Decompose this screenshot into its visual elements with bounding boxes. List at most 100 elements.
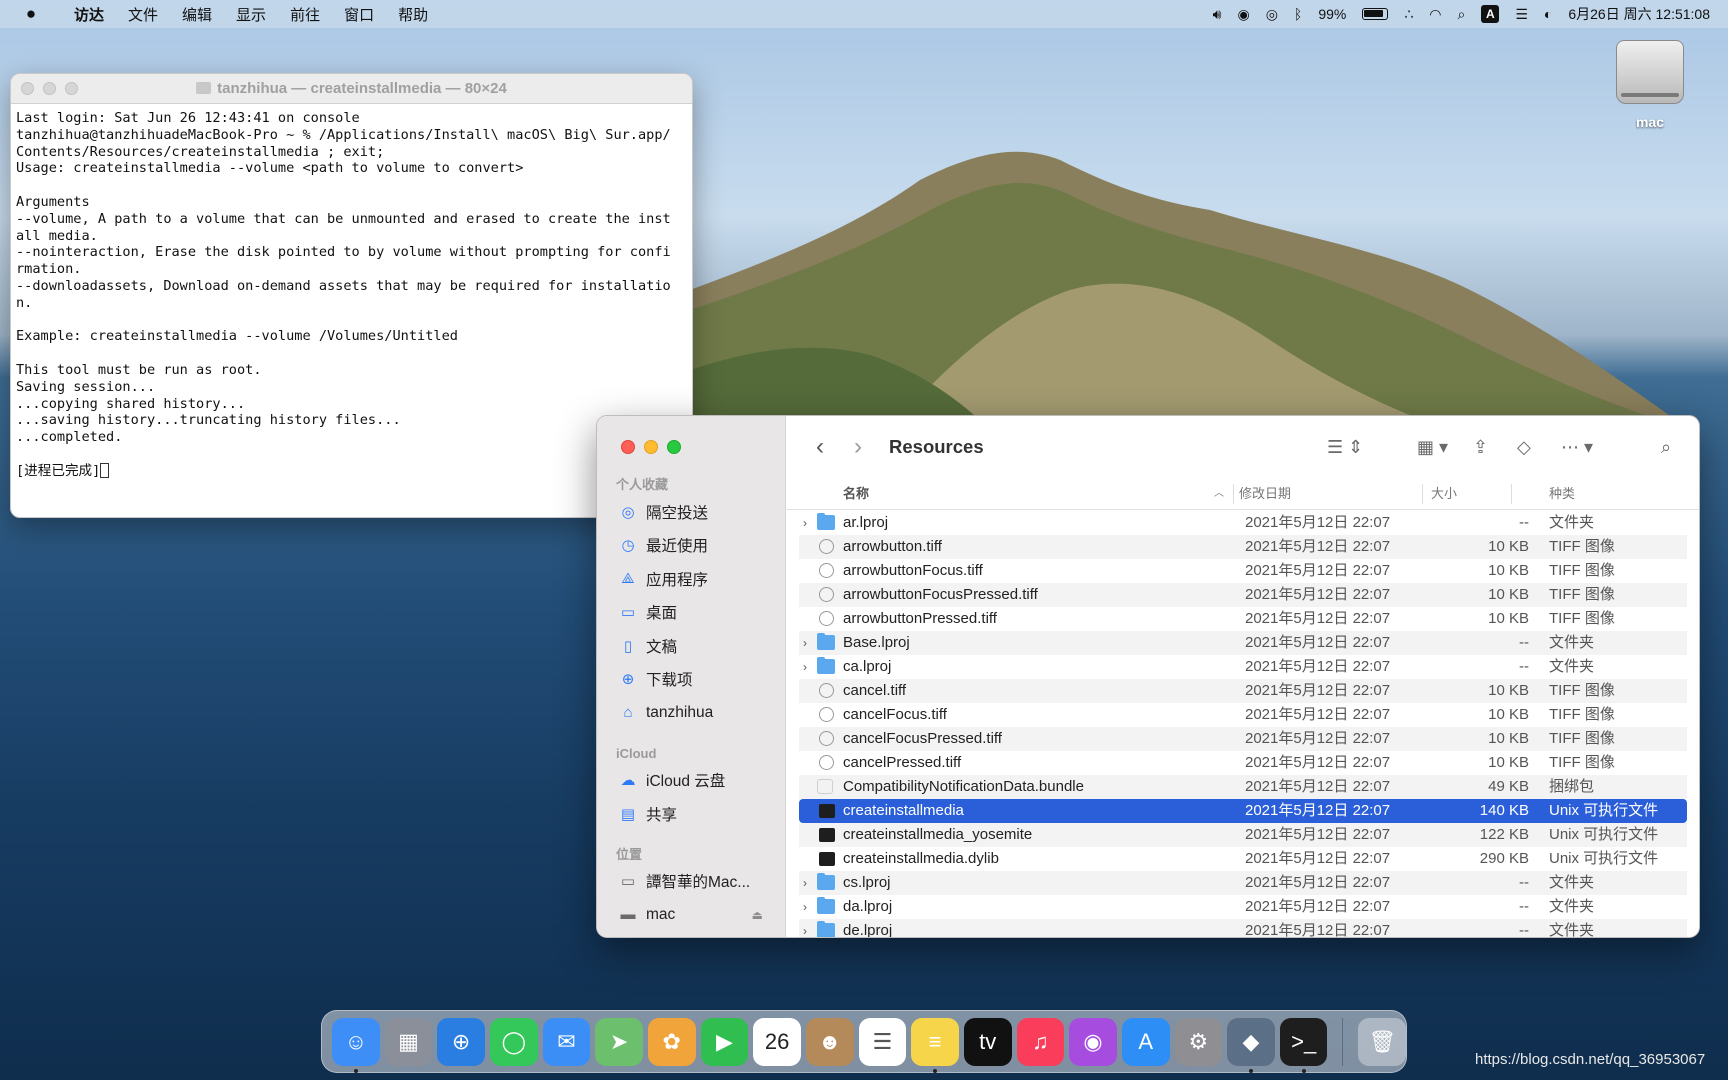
sidebar-item-downloads[interactable]: ⊕ 下载项 bbox=[597, 663, 785, 697]
file-row[interactable]: cancel.tiff 2021年5月12日 22:07 10 KB TIFF 图像 bbox=[799, 679, 1687, 703]
dock-notes-icon[interactable]: ≡ bbox=[911, 1017, 959, 1073]
group-by-icon[interactable]: ▦ ▾ bbox=[1417, 437, 1457, 458]
list-view-icon[interactable]: ☰ ⇕ bbox=[1327, 437, 1379, 458]
menu-window[interactable]: 窗口 bbox=[332, 4, 386, 25]
back-button[interactable]: ‹ bbox=[801, 433, 839, 461]
bluetooth-icon[interactable]: ᛒ bbox=[1294, 6, 1302, 22]
siri-icon[interactable]: ◐ bbox=[1544, 6, 1552, 22]
sidebar-item-mac-drive[interactable]: ▬ mac ⏏ bbox=[597, 898, 785, 932]
keyboard-brightness-icon[interactable]: ∴ bbox=[1404, 6, 1413, 23]
battery-percent[interactable]: 99% bbox=[1318, 6, 1346, 22]
battery-icon[interactable] bbox=[1362, 8, 1389, 20]
wifi-icon[interactable]: ◠ bbox=[1429, 6, 1441, 23]
input-source-icon[interactable]: A bbox=[1481, 5, 1500, 23]
terminal-output[interactable]: Last login: Sat Jun 26 12:43:41 on conso… bbox=[11, 104, 692, 486]
file-row[interactable]: › Base.lproj 2021年5月12日 22:07 -- 文件夹 bbox=[799, 631, 1687, 655]
spotlight-search-icon[interactable]: ⌕ bbox=[1457, 6, 1465, 23]
forward-button[interactable]: › bbox=[839, 433, 877, 461]
file-row[interactable]: › de.lproj 2021年5月12日 22:07 -- 文件夹 bbox=[799, 919, 1687, 937]
disclosure-chevron-icon[interactable]: › bbox=[803, 895, 815, 919]
terminal-window[interactable]: tanzhihua — createinstallmedia — 80×24 L… bbox=[10, 73, 693, 518]
finder-window[interactable]: 个人收藏 ◎ 隔空投送 ◷ 最近使用 ⟁ 应用程序 ▭ 桌面 ▯ 文稿 ⊕ 下载项 ⌂ tan… bbox=[596, 415, 1700, 938]
dock-maps-icon[interactable]: ➤ bbox=[595, 1017, 643, 1066]
watermark: https://blog.csdn.net/qq_36953067 bbox=[1475, 1051, 1706, 1068]
dock-system-preferences-icon[interactable]: ⚙ bbox=[1174, 1017, 1223, 1066]
file-row[interactable]: cancelFocusPressed.tiff 2021年5月12日 22:07 1… bbox=[799, 727, 1687, 751]
eject-icon[interactable]: ⏏ bbox=[752, 908, 763, 922]
file-row[interactable]: createinstallmedia 2021年5月12日 22:07 140 KB… bbox=[799, 799, 1687, 823]
dock-messages-icon[interactable]: ◯ bbox=[489, 1017, 538, 1066]
sidebar-item-recents[interactable]: ◷ 最近使用 bbox=[597, 529, 785, 563]
menubar-clock[interactable]: 6月26日 周六 12:51:08 bbox=[1568, 4, 1710, 24]
file-row[interactable]: createinstallmedia_yosemite 2021年5月12日 22… bbox=[799, 823, 1687, 847]
sidebar-item-applications[interactable]: ⟁ 应用程序 bbox=[597, 562, 785, 596]
dock-terminal-icon[interactable]: >_ bbox=[1279, 1017, 1328, 1073]
dock-app-store-icon[interactable]: A bbox=[1121, 1017, 1170, 1066]
tag-icon[interactable]: ◇ bbox=[1517, 437, 1561, 458]
terminal-titlebar[interactable]: tanzhihua — createinstallmedia — 80×24 bbox=[11, 74, 692, 104]
desktop-disk-mac[interactable]: mac bbox=[1608, 40, 1692, 130]
apple-menu-icon[interactable]: ● bbox=[0, 4, 62, 24]
file-row[interactable]: › ca.lproj 2021年5月12日 22:07 -- 文件夹 bbox=[799, 655, 1687, 679]
sort-chevron-icon[interactable]: ︿ bbox=[1214, 478, 1224, 510]
menu-help[interactable]: 帮助 bbox=[386, 4, 440, 25]
disclosure-chevron-icon[interactable]: › bbox=[803, 919, 815, 937]
dock-podcasts-icon[interactable]: ◉ bbox=[1069, 1017, 1117, 1066]
dock-contacts-icon[interactable]: ☻ bbox=[805, 1017, 854, 1066]
user-icon[interactable]: ◉ bbox=[1237, 6, 1249, 23]
column-modified[interactable]: 修改日期 bbox=[1239, 478, 1291, 510]
dock-facetime-icon[interactable]: ▶ bbox=[700, 1017, 749, 1066]
sidebar-item-desktop[interactable]: ▭ 桌面 bbox=[597, 596, 785, 630]
disclosure-chevron-icon[interactable]: › bbox=[803, 871, 815, 895]
share-icon[interactable]: ⇪ bbox=[1473, 437, 1517, 458]
file-row[interactable]: arrowbuttonFocus.tiff 2021年5月12日 22:07 10 … bbox=[799, 559, 1687, 583]
menu-edit[interactable]: 编辑 bbox=[170, 4, 224, 25]
sidebar-item-airdrop[interactable]: ◎ 隔空投送 bbox=[597, 495, 785, 529]
file-row[interactable]: › da.lproj 2021年5月12日 22:07 -- 文件夹 bbox=[799, 895, 1687, 919]
dock-calendar-icon[interactable]: 26 bbox=[753, 1017, 801, 1066]
dock-safari-icon[interactable]: ⊕ bbox=[437, 1017, 485, 1066]
sidebar-item-icloud-drive[interactable]: ☁ iCloud 云盘 bbox=[597, 764, 785, 798]
control-center-icon[interactable]: ☰ bbox=[1515, 6, 1528, 23]
dock-launchpad-icon[interactable]: ▦ bbox=[384, 1017, 433, 1066]
finder-minimize-button[interactable] bbox=[644, 440, 658, 454]
dock-mail-icon[interactable]: ✉ bbox=[542, 1017, 591, 1066]
column-kind[interactable]: 种类 bbox=[1549, 478, 1575, 510]
dock-photos-icon[interactable]: ✿ bbox=[647, 1017, 696, 1066]
dock-tv-icon[interactable]: tv bbox=[963, 1017, 1012, 1066]
volume-icon[interactable]: 🔊︎ bbox=[1213, 6, 1222, 23]
sidebar-item-this-mac[interactable]: ▭ 譚智華的Mac... bbox=[597, 865, 785, 899]
column-size[interactable]: 大小 bbox=[1431, 478, 1457, 510]
dock-finder-icon[interactable]: ☺ bbox=[332, 1017, 380, 1073]
menu-view[interactable]: 显示 bbox=[224, 4, 278, 25]
file-row[interactable]: › ar.lproj 2021年5月12日 22:07 -- 文件夹 bbox=[799, 511, 1687, 535]
terminal-line: n. bbox=[16, 294, 33, 311]
menu-file[interactable]: 文件 bbox=[116, 4, 170, 25]
disclosure-chevron-icon[interactable]: › bbox=[803, 511, 815, 535]
file-row[interactable]: cancelFocus.tiff 2021年5月12日 22:07 10 KB TIF… bbox=[799, 703, 1687, 727]
file-row[interactable]: CompatibilityNotificationData.bundle 2021… bbox=[799, 775, 1687, 799]
search-icon[interactable]: ⌕ bbox=[1661, 437, 1685, 458]
sidebar-item-home[interactable]: ⌂ tanzhihua bbox=[597, 696, 785, 730]
finder-close-button[interactable] bbox=[621, 440, 635, 454]
file-row[interactable]: cancelPressed.tiff 2021年5月12日 22:07 10 KB T… bbox=[799, 751, 1687, 775]
more-actions-icon[interactable]: ⋯ ▾ bbox=[1561, 437, 1611, 458]
column-name[interactable]: 名称 bbox=[843, 478, 869, 510]
sidebar-item-documents[interactable]: ▯ 文稿 bbox=[597, 629, 785, 663]
file-row[interactable]: createinstallmedia.dylib 2021年5月12日 22:07… bbox=[799, 847, 1687, 871]
file-row[interactable]: arrowbutton.tiff 2021年5月12日 22:07 10 KB TIF… bbox=[799, 535, 1687, 559]
disclosure-chevron-icon[interactable]: › bbox=[803, 631, 815, 655]
airdrop-status-icon[interactable]: ◎ bbox=[1266, 6, 1278, 23]
disclosure-chevron-icon[interactable]: › bbox=[803, 655, 815, 679]
dock-install-macos-icon[interactable]: ◆ bbox=[1227, 1017, 1275, 1073]
dock-trash-icon[interactable]: 🗑 bbox=[1358, 1017, 1407, 1066]
file-row[interactable]: arrowbuttonPressed.tiff 2021年5月12日 22:07 1… bbox=[799, 607, 1687, 631]
file-row[interactable]: › cs.lproj 2021年5月12日 22:07 -- 文件夹 bbox=[799, 871, 1687, 895]
menu-go[interactable]: 前往 bbox=[278, 4, 332, 25]
finder-zoom-button[interactable] bbox=[667, 440, 681, 454]
file-row[interactable]: arrowbuttonFocusPressed.tiff 2021年5月12日 2… bbox=[799, 583, 1687, 607]
dock-reminders-icon[interactable]: ☰ bbox=[858, 1017, 907, 1066]
menu-finder[interactable]: 访达 bbox=[62, 4, 116, 25]
sidebar-item-shared[interactable]: ▤ 共享 bbox=[597, 797, 785, 831]
dock-music-icon[interactable]: ♫ bbox=[1016, 1017, 1065, 1066]
